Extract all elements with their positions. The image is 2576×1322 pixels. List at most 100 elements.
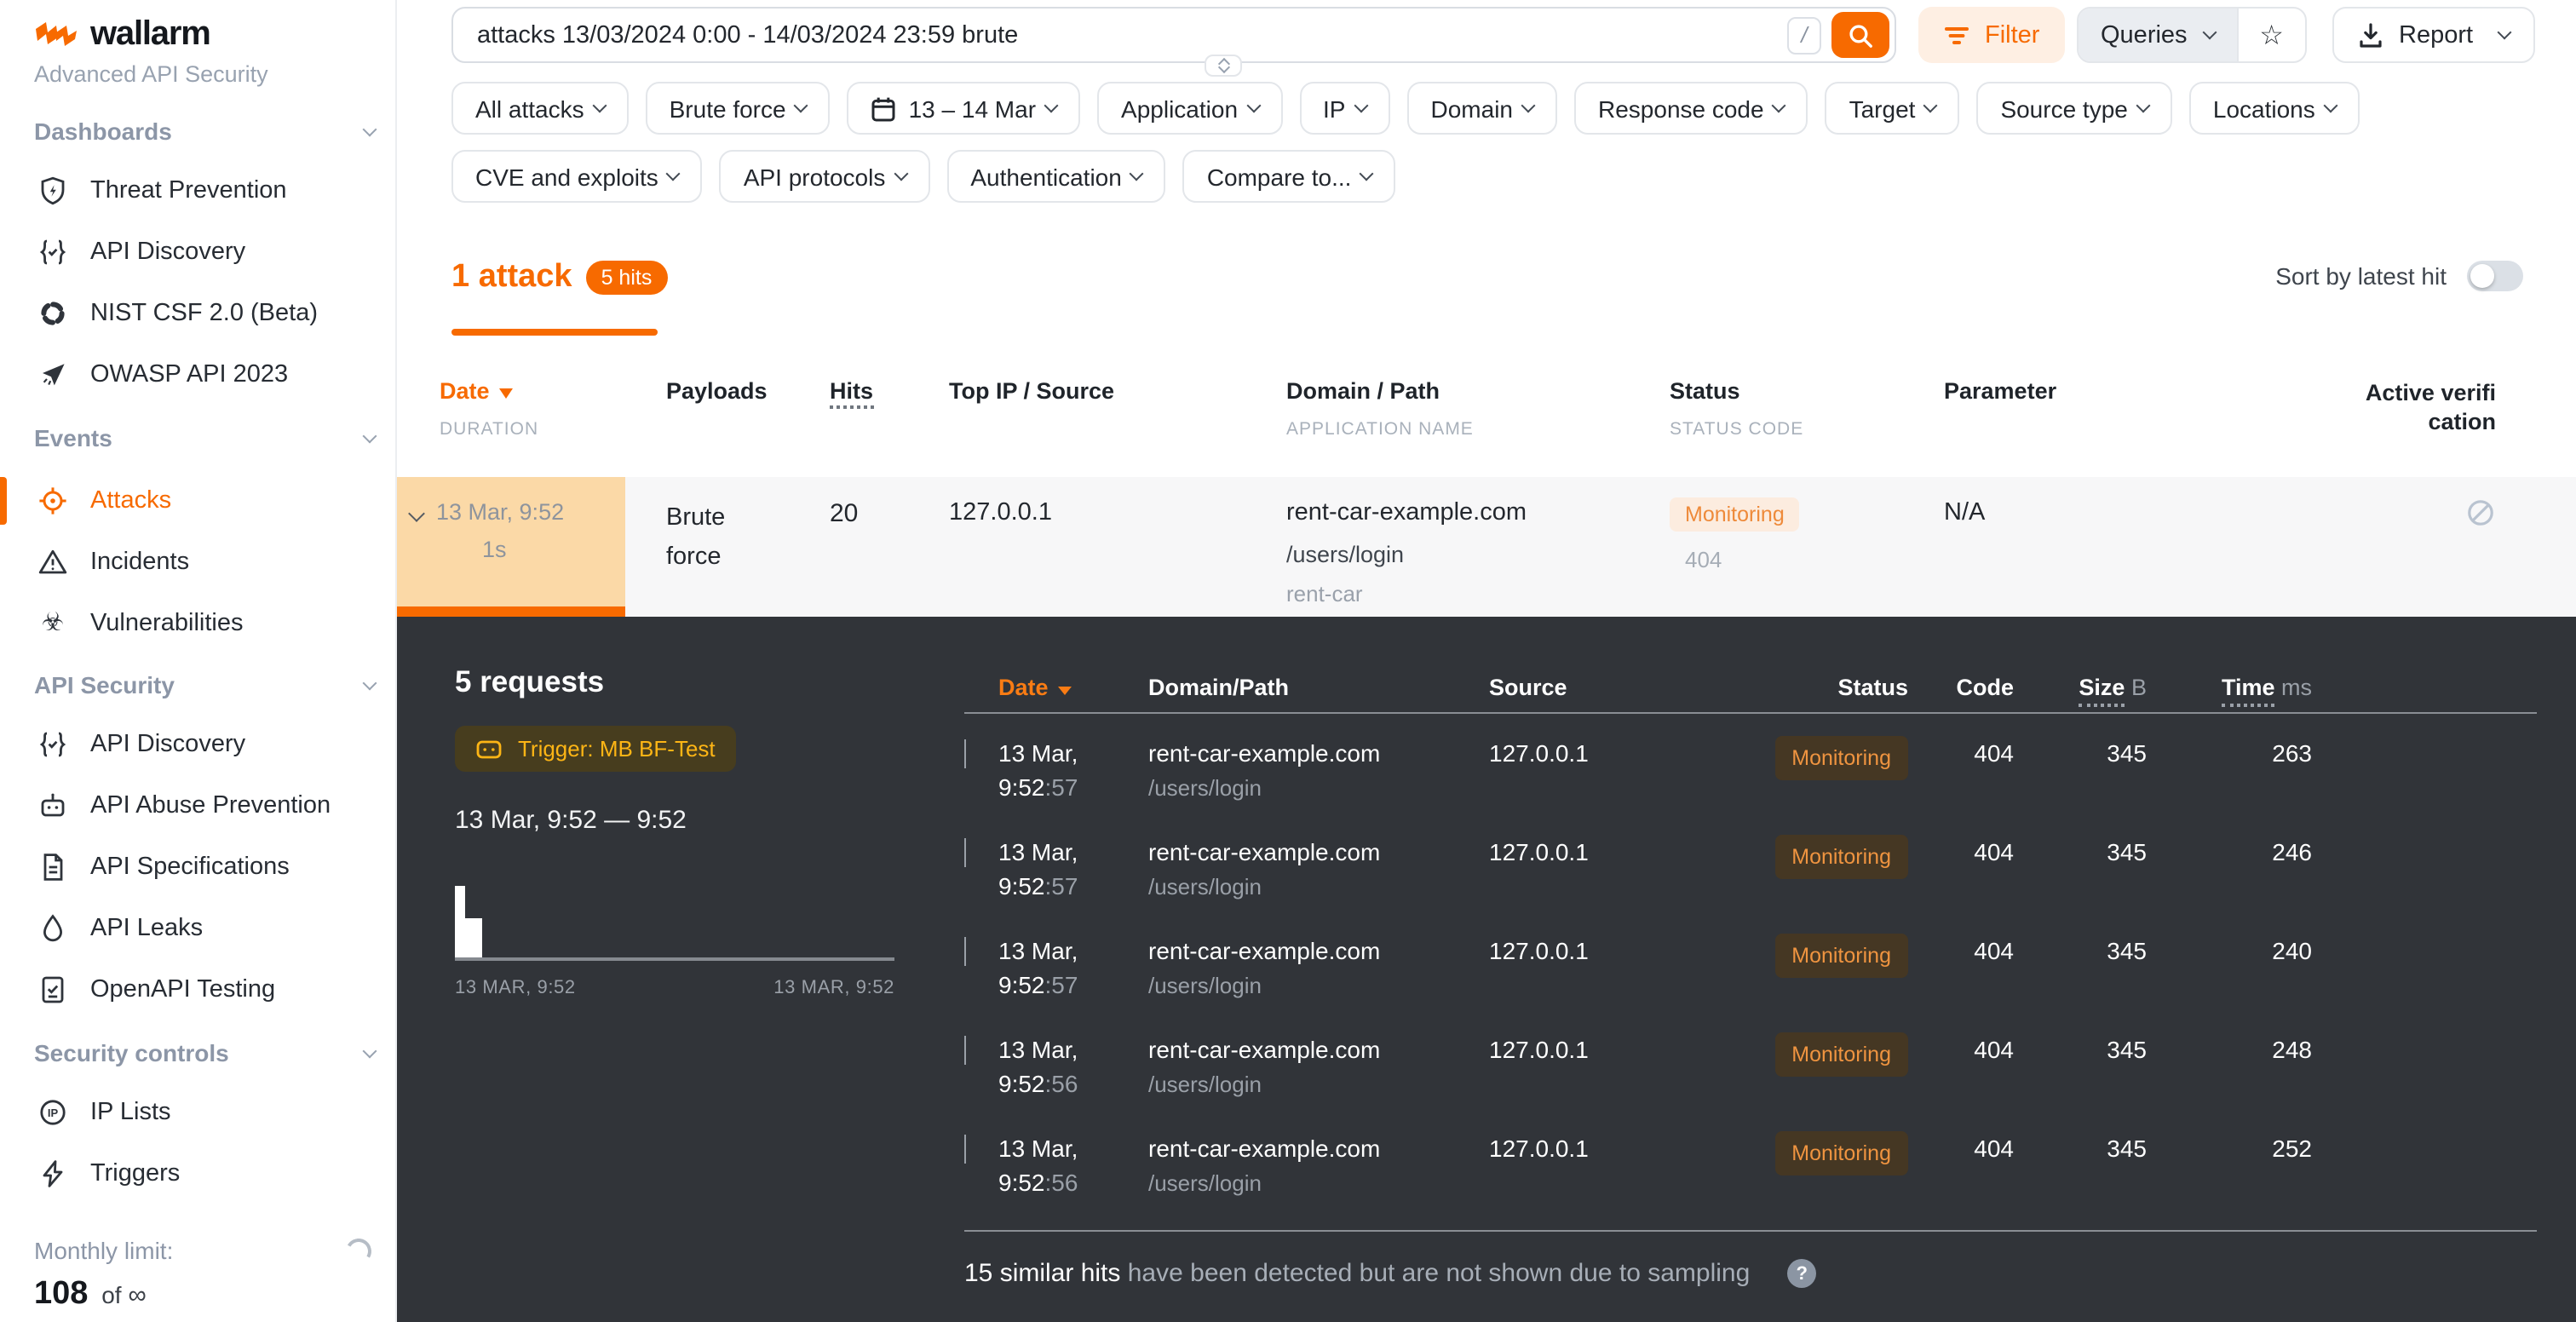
sidebar-section-dashboards[interactable]: Dashboards [34,118,375,145]
sidebar-item-ip-lists[interactable]: IP IP Lists [0,1087,395,1138]
sidebar-item-incidents[interactable]: Incidents [0,537,395,588]
report-button[interactable]: Report [2332,7,2534,63]
sidebar-item-api-specifications[interactable]: API Specifications [0,842,395,893]
chevron-right-icon [964,1036,966,1065]
chevron-down-icon [2323,99,2337,113]
sidebar-section-api-security[interactable]: API Security [34,671,375,698]
monthly-limit: Monthly limit: [34,1237,371,1264]
request-row[interactable]: 13 Mar,9:52:56 rent-car-example.com/user… [964,1131,2537,1230]
column-header-time[interactable]: Time ms [2147,675,2312,700]
chevron-down-icon [666,167,681,181]
attack-count: 1 attack [451,259,572,296]
svg-text:IP: IP [48,1106,59,1119]
status-badge: Monitoring [1670,497,1800,532]
column-header-date[interactable]: Date [998,675,1148,700]
attack-row[interactable]: 13 Mar, 9:52 1s Brute force 20 127.0.0.1… [397,477,2576,617]
brand-subtitle: Advanced API Security [34,61,268,87]
sidebar-item-owasp-api[interactable]: OWASP API 2023 [0,349,395,400]
calendar-icon [871,95,897,122]
attack-date-cell[interactable]: 13 Mar, 9:52 1s [397,477,625,617]
axis-label-start: 13 MAR, 9:52 [455,978,576,998]
search-bar: / [451,7,1896,63]
column-header-parameter: Parameter [1944,378,2326,440]
chevron-right-icon [964,1135,966,1164]
sidebar-item-threat-prevention[interactable]: Threat Prevention [0,165,395,216]
column-header-domain-path: Domain / Path APPLICATION NAME [1286,378,1670,440]
column-header-size[interactable]: Size B [2014,675,2147,700]
request-row[interactable]: 13 Mar,9:52:57 rent-car-example.com/user… [964,736,2537,835]
chevron-down-icon [2136,99,2150,113]
queries-button[interactable]: Queries [2079,9,2237,61]
column-header-payloads: Payloads [625,378,830,440]
sidebar-item-attacks[interactable]: Attacks [0,475,395,526]
request-detail-panel: 5 requests Trigger: MB BF-Test 13 Mar, 9… [397,617,2576,1322]
sidebar-item-api-leaks[interactable]: API Leaks [0,903,395,954]
table-footer-divider [964,1230,2537,1232]
chevron-down-icon [1246,99,1261,113]
column-header-hits[interactable]: Hits [830,378,949,440]
trigger-chip[interactable]: Trigger: MB BF-Test [455,726,736,772]
chevron-right-icon [964,838,966,867]
chevron-down-icon [1130,167,1144,181]
sidebar-item-triggers[interactable]: Triggers [0,1148,395,1199]
chip-target[interactable]: Target [1826,82,1960,135]
chip-api-protocols[interactable]: API protocols [720,150,930,203]
logo-text: wallarm [90,15,210,55]
tab-attacks-results[interactable]: 1 attack 5 hits [451,259,667,296]
favorite-star-button[interactable]: ☆ [2237,9,2305,61]
search-input[interactable] [453,21,1787,49]
chip-locations[interactable]: Locations [2189,82,2360,135]
sidebar-item-api-discovery[interactable]: API Discovery [0,227,395,278]
sort-toggle[interactable] [2467,261,2523,291]
chip-date-range[interactable]: 13 – 14 Mar [848,82,1080,135]
spinner-icon [343,1235,375,1267]
search-button[interactable] [1831,12,1889,58]
main-content: / Filter Queries [397,0,2576,1322]
attack-active-verification[interactable] [2465,477,2496,617]
lightning-icon [37,1158,68,1189]
chip-source-type[interactable]: Source type [1976,82,2171,135]
chip-ip[interactable]: IP [1299,82,1389,135]
sort-desc-icon [500,388,514,399]
attack-domain[interactable]: rent-car-example.com [1286,499,1670,526]
attack-path: /users/login [1286,542,1670,567]
chip-response-code[interactable]: Response code [1574,82,1808,135]
attack-table-header: Date DURATION Payloads Hits Top IP / Sou… [397,378,2576,440]
filter-button[interactable]: Filter [1918,7,2065,63]
chip-cve-exploits[interactable]: CVE and exploits [451,150,703,203]
request-row[interactable]: 13 Mar,9:52:57 rent-car-example.com/user… [964,934,2537,1032]
sidebar-item-api-discovery-2[interactable]: API Discovery [0,719,395,770]
wasp-icon [37,359,68,390]
sidebar: wallarm Advanced API Security Dashboards… [0,0,397,1322]
chip-compare-to[interactable]: Compare to... [1183,150,1396,203]
sidebar-item-nist-csf[interactable]: NIST CSF 2.0 (Beta) [0,288,395,339]
request-row[interactable]: 13 Mar,9:52:56 rent-car-example.com/user… [964,1032,2537,1131]
search-collapse-handle[interactable] [1205,55,1242,77]
column-header-code: Code [1908,675,2014,700]
chip-domain[interactable]: Domain [1407,82,1558,135]
chip-application[interactable]: Application [1097,82,1282,135]
chip-authentication[interactable]: Authentication [946,150,1165,203]
chevron-down-icon [1772,99,1786,113]
sidebar-section-events[interactable]: Events [34,424,375,451]
request-row[interactable]: 13 Mar,9:52:57 rent-car-example.com/user… [964,835,2537,934]
sidebar-item-openapi-testing[interactable]: OpenAPI Testing [0,964,395,1015]
help-icon[interactable]: ? [1787,1259,1816,1288]
status-badge: Monitoring [1774,934,1908,978]
crosshair-icon [37,486,68,516]
status-badge: Monitoring [1774,835,1908,879]
chevron-down-icon [363,428,377,443]
chip-all-attacks[interactable]: All attacks [451,82,629,135]
sidebar-section-security-controls[interactable]: Security controls [34,1039,375,1066]
filter-icon [1944,23,1969,47]
column-header-active-verification: Active verification [2363,378,2496,440]
sidebar-item-api-abuse-prevention[interactable]: API Abuse Prevention [0,780,395,831]
axis-label-end: 13 MAR, 9:52 [773,978,894,998]
sidebar-item-vulnerabilities[interactable]: ☣ Vulnerabilities [0,598,395,649]
chip-brute-force[interactable]: Brute force [646,82,831,135]
attack-top-ip: 127.0.0.1 [949,477,1286,617]
column-header-date[interactable]: Date DURATION [397,378,625,440]
logo[interactable]: wallarm [34,15,210,55]
sparkline-bar [465,918,482,957]
table-header-divider [964,712,2537,714]
